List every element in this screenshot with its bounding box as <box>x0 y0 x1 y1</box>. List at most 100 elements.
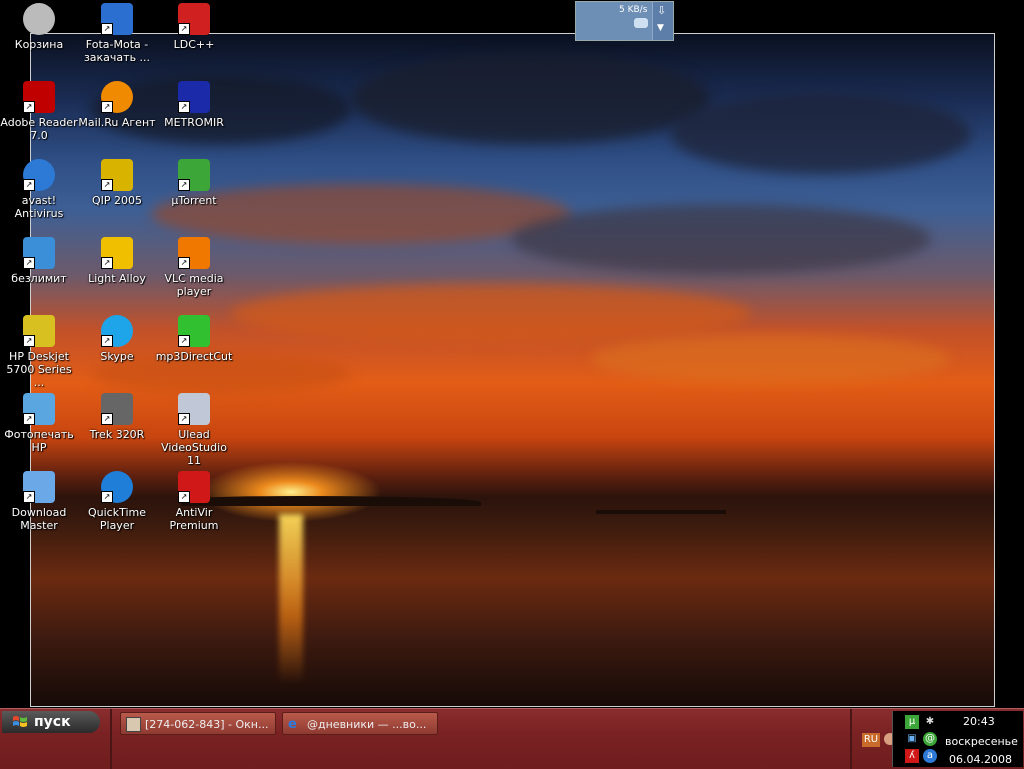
shortcut-arrow-icon: ↗ <box>178 179 190 191</box>
vlc-icon: ↗ <box>178 237 210 269</box>
desktop-icon-ldc[interactable]: ↗ LDC++ <box>155 3 233 51</box>
desktop-icon-label: Фотопечать HP <box>4 428 74 454</box>
desktop-icon-skype[interactable]: ↗ Skype <box>78 315 156 363</box>
shortcut-arrow-icon: ↗ <box>101 491 113 503</box>
desktop-icon-vlc[interactable]: ↗ VLC media player <box>155 237 233 298</box>
desktop-icon-label: Light Alloy <box>88 272 146 285</box>
shortcut-arrow-icon: ↗ <box>23 257 35 269</box>
qip-icon: ↗ <box>101 159 133 191</box>
ldc-tray-icon[interactable]: ✱ <box>923 715 937 729</box>
desktop-icon-fotamota[interactable]: ↗ Fota-Mota - закачать ... <box>78 3 156 64</box>
avast-tray-icon[interactable]: a <box>923 749 937 763</box>
desktop-icon-label: Ulead VideoStudio 11 <box>161 428 227 467</box>
shortcut-arrow-icon: ↗ <box>23 413 35 425</box>
desktop-icon-label: LDC++ <box>173 38 215 51</box>
desktop-icon-label: безлимит <box>11 272 67 285</box>
antivir-icon: ↗ <box>178 471 210 503</box>
desktop-icon-fotopechat[interactable]: ↗ Фотопечать HP <box>0 393 78 454</box>
desktop-icon-label: avast! Antivirus <box>14 194 64 220</box>
start-button[interactable]: пуск <box>2 711 100 733</box>
desktop-icon-lightalloy[interactable]: ↗ Light Alloy <box>78 237 156 285</box>
network-meter[interactable]: 5 KB/s ⇩ ▼ <box>575 1 674 41</box>
shortcut-arrow-icon: ↗ <box>178 23 190 35</box>
ulead-icon: ↗ <box>178 393 210 425</box>
desktop-icon-label: Fota-Mota - закачать ... <box>83 38 151 64</box>
desktop-icon-label: VLC media player <box>164 272 224 298</box>
download-master-icon: ↗ <box>23 471 55 503</box>
desktop-icon-label: mp3DirectCut <box>155 350 233 363</box>
shortcut-arrow-icon: ↗ <box>101 335 113 347</box>
desktop-icon-quicktime[interactable]: ↗ QuickTime Player <box>78 471 156 532</box>
shortcut-arrow-icon: ↗ <box>178 413 190 425</box>
start-label: пуск <box>34 714 71 730</box>
mailru-tray-icon[interactable]: @ <box>923 732 937 746</box>
shortcut-arrow-icon: ↗ <box>178 101 190 113</box>
clock-day: воскресенье <box>945 735 1018 748</box>
desktop-icon-label: µTorrent <box>171 194 217 207</box>
shortcut-arrow-icon: ↗ <box>23 335 35 347</box>
antivir-tray-icon[interactable]: ʎ <box>905 749 919 763</box>
desktop-icon-avast[interactable]: ↗ avast! Antivirus <box>0 159 78 220</box>
desktop-icon-label: AntiVir Premium <box>169 506 219 532</box>
language-indicator[interactable]: RU <box>862 733 880 747</box>
desktop-icon-qip[interactable]: ↗ QIP 2005 <box>78 159 156 207</box>
network-connection-icon: ↗ <box>23 237 55 269</box>
metromir-icon: ↗ <box>178 81 210 113</box>
desktop-icon-label: Mail.Ru Агент <box>78 116 156 129</box>
desktop: Корзина ↗ Fota-Mota - закачать ... ↗ LDC++ ↗ A… <box>0 0 1024 708</box>
desktop-icon-recycle[interactable]: Корзина <box>0 3 78 51</box>
desktop-icon-mailru[interactable]: ↗ Mail.Ru Агент <box>78 81 156 129</box>
task-label: [274-062-843] - Окн... <box>145 718 269 731</box>
desktop-icon-label: HP Deskjet 5700 Series ... <box>6 350 72 389</box>
desktop-icon-label: METROMIR <box>164 116 224 129</box>
task-button-chat[interactable]: [274-062-843] - Окн... <box>120 712 276 735</box>
desktop-icon-label: QuickTime Player <box>87 506 147 532</box>
ldc-icon: ↗ <box>178 3 210 35</box>
download-arrow-icon[interactable]: ⇩ <box>657 4 666 17</box>
network-meter-buttons: ⇩ ▼ <box>652 2 673 40</box>
tray-separator <box>850 709 852 769</box>
chat-window-icon <box>126 717 141 732</box>
shortcut-arrow-icon: ↗ <box>101 179 113 191</box>
taskbar-separator <box>110 709 112 769</box>
mailru-agent-icon: ↗ <box>101 81 133 113</box>
shortcut-arrow-icon: ↗ <box>101 23 113 35</box>
recycle-bin-icon <box>23 3 55 35</box>
shortcut-arrow-icon: ↗ <box>101 413 113 425</box>
desktop-icon-trek[interactable]: ↗ Trek 320R <box>78 393 156 441</box>
shortcut-arrow-icon: ↗ <box>23 179 35 191</box>
printer-icon: ↗ <box>23 315 55 347</box>
utorrent-tray-icon[interactable]: µ <box>905 715 919 729</box>
skype-icon: ↗ <box>101 315 133 347</box>
desktop-icon-label: QIP 2005 <box>91 194 143 207</box>
desktop-icon-label: Skype <box>100 350 134 363</box>
desktop-icon-label: Download Master <box>11 506 67 532</box>
network-tray-icon[interactable]: ▣ <box>905 732 919 746</box>
desktop-icon-utorrent[interactable]: ↗ µTorrent <box>155 159 233 207</box>
desktop-icon-adobe[interactable]: ↗ Adobe Reader 7.0 <box>0 81 78 142</box>
desktop-icon-hpdeskjet[interactable]: ↗ HP Deskjet 5700 Series ... <box>0 315 78 389</box>
shortcut-arrow-icon: ↗ <box>178 491 190 503</box>
shortcut-arrow-icon: ↗ <box>101 257 113 269</box>
dropdown-arrow-icon[interactable]: ▼ <box>657 23 664 33</box>
shortcut-arrow-icon: ↗ <box>23 101 35 113</box>
camera-icon: ↗ <box>101 393 133 425</box>
desktop-icon-metromir[interactable]: ↗ METROMIR <box>155 81 233 129</box>
task-label: @дневники — ...во... <box>307 718 427 731</box>
desktop-icon-bezlimit[interactable]: ↗ безлимит <box>0 237 78 285</box>
desktop-icon-antivir[interactable]: ↗ AntiVir Premium <box>155 471 233 532</box>
shortcut-arrow-icon: ↗ <box>23 491 35 503</box>
taskbar: пуск [274-062-843] - Окн... e @дневники … <box>0 708 1024 769</box>
avast-icon: ↗ <box>23 159 55 191</box>
desktop-icon-mp3dc[interactable]: ↗ mp3DirectCut <box>155 315 233 363</box>
desktop-icon-label: Trek 320R <box>89 428 145 441</box>
clock-time[interactable]: 20:43 <box>963 715 995 728</box>
desktop-icon-dlmaster[interactable]: ↗ Download Master <box>0 471 78 532</box>
light-alloy-icon: ↗ <box>101 237 133 269</box>
desktop-icon-label: Adobe Reader 7.0 <box>0 116 78 142</box>
quicktime-icon: ↗ <box>101 471 133 503</box>
desktop-icon-ulead[interactable]: ↗ Ulead VideoStudio 11 <box>155 393 233 467</box>
internet-explorer-icon: e <box>288 717 297 732</box>
windows-logo-icon <box>13 716 27 727</box>
task-button-browser[interactable]: e @дневники — ...во... <box>282 712 438 735</box>
